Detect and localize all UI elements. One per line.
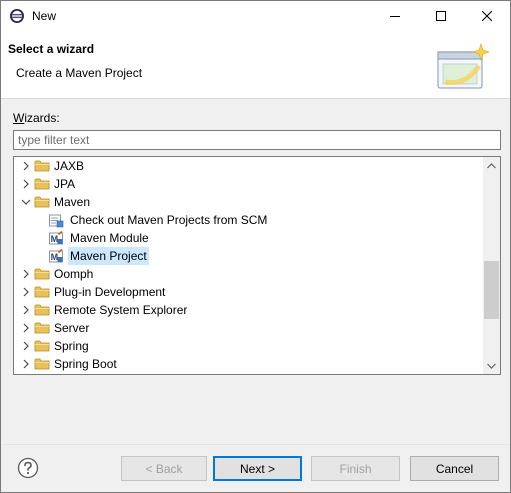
maximize-button[interactable] (418, 1, 464, 31)
tree-item[interactable]: Spring (14, 337, 484, 355)
tree-item-label: Plug-in Development (54, 285, 166, 299)
tree-item-label: Check out Maven Projects from SCM (70, 213, 268, 227)
folder-icon (34, 178, 50, 190)
minimize-button[interactable] (372, 1, 418, 31)
window-title: New (32, 9, 57, 23)
chevron-right-icon[interactable] (20, 178, 32, 190)
page-title: Select a wizard (8, 42, 95, 56)
tree-item-label: JPA (54, 177, 76, 191)
chevron-right-icon[interactable] (20, 340, 32, 352)
chevron-up-icon (487, 162, 496, 168)
tree-item-label: Oomph (54, 267, 94, 281)
help-icon[interactable] (17, 457, 39, 479)
cancel-button[interactable]: Cancel (410, 456, 499, 481)
filter-input[interactable] (13, 130, 501, 150)
tree-scrollbar[interactable] (483, 157, 500, 374)
tree-item[interactable]: JPA (14, 175, 484, 193)
next-button[interactable]: Next > (213, 456, 302, 481)
chevron-right-icon[interactable] (20, 358, 32, 370)
chevron-right-icon[interactable] (20, 268, 32, 280)
tree-item[interactable]: M Maven Module (14, 229, 484, 247)
wizards-label: Wizards: (13, 111, 60, 125)
scroll-thumb[interactable] (484, 261, 499, 319)
tree-item[interactable]: Oomph (14, 265, 484, 283)
folder-icon (34, 286, 50, 298)
folder-icon (34, 304, 50, 316)
close-button[interactable] (464, 1, 510, 31)
svg-text:M: M (51, 252, 59, 262)
folder-icon (34, 322, 50, 334)
tree-item-label: Maven (54, 195, 91, 209)
wizard-tree[interactable]: JAXB JPA Maven Check out Maven Projects fro… (13, 156, 501, 375)
tree-item[interactable]: Spring Boot (14, 355, 484, 373)
chevron-down-icon[interactable] (20, 196, 32, 208)
new-wizard-dialog: New Select a wizard Create a Maven Proje… (0, 0, 511, 493)
tree-item[interactable]: Server (14, 319, 484, 337)
tree-item[interactable]: M Maven Project (14, 247, 484, 265)
tree-item-label: Maven Module (70, 231, 149, 245)
maven-icon: M (49, 230, 63, 245)
back-button[interactable]: < Back (121, 456, 207, 481)
scroll-up-button[interactable] (483, 157, 500, 174)
tree-item[interactable]: Maven (14, 193, 484, 211)
tree-item-label: Server (54, 321, 90, 335)
folder-icon (34, 358, 50, 370)
svg-text:M: M (51, 234, 59, 244)
maven-icon: M (49, 248, 63, 263)
eclipse-icon (10, 9, 24, 23)
scroll-down-button[interactable] (483, 357, 500, 374)
minimize-icon (390, 16, 400, 17)
folder-icon (34, 268, 50, 280)
title-bar[interactable]: New (1, 1, 510, 31)
tree-item-label: Spring Boot (54, 357, 117, 371)
page-description: Create a Maven Project (16, 66, 143, 80)
tree-item-label: JAXB (54, 159, 85, 173)
chevron-right-icon[interactable] (20, 304, 32, 316)
tree-item[interactable]: Check out Maven Projects from SCM (14, 211, 484, 229)
tree-item[interactable]: Plug-in Development (14, 283, 484, 301)
tree-item-label: Spring (54, 339, 89, 353)
folder-icon (34, 340, 50, 352)
chevron-right-icon[interactable] (20, 160, 32, 172)
chevron-right-icon[interactable] (20, 322, 32, 334)
chevron-right-icon[interactable] (20, 286, 32, 298)
footer-separator (1, 444, 510, 445)
new-wizard-banner-icon (437, 43, 490, 89)
tree-item-label: Maven Project (68, 247, 149, 265)
scm-checkout-icon (49, 214, 64, 228)
finish-button[interactable]: Finish (311, 456, 400, 481)
tree-item[interactable]: Remote System Explorer (14, 301, 484, 319)
folder-icon (34, 160, 50, 172)
tree-item-label: Remote System Explorer (54, 303, 188, 317)
folder-icon (34, 196, 50, 208)
wizard-header: Select a wizard Create a Maven Project (1, 31, 510, 99)
maximize-icon (436, 11, 446, 21)
tree-item[interactable]: JAXB (14, 157, 484, 175)
close-icon (482, 11, 492, 21)
chevron-down-icon (487, 363, 496, 369)
